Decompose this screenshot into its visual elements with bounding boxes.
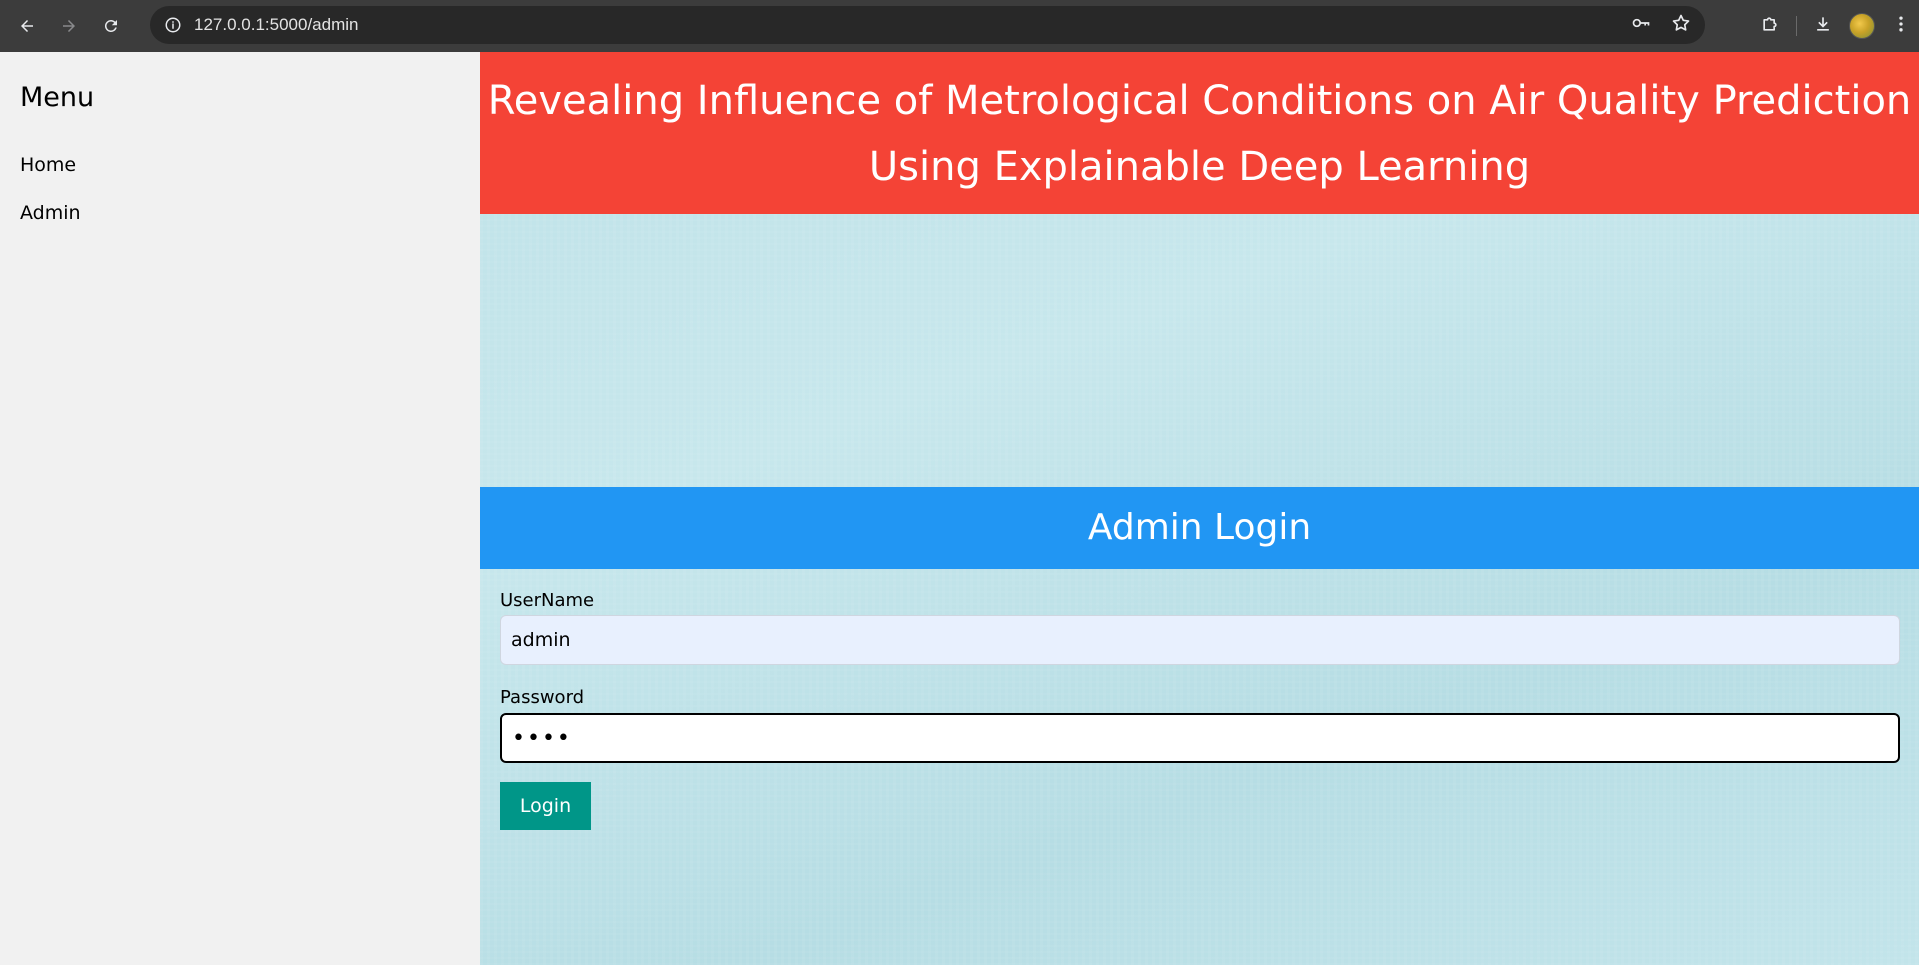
sidebar-item-home[interactable]: Home bbox=[20, 154, 76, 176]
back-button[interactable] bbox=[12, 11, 42, 41]
menu-title: Menu bbox=[20, 82, 95, 113]
toolbar-divider bbox=[1796, 16, 1797, 36]
arrow-left-icon bbox=[21, 20, 33, 32]
username-label: UserName bbox=[500, 590, 595, 611]
arrow-right-icon bbox=[63, 20, 75, 32]
sidebar: Menu Home Admin bbox=[0, 52, 480, 965]
download-icon bbox=[1817, 17, 1829, 31]
bookmark-button[interactable] bbox=[1671, 13, 1691, 37]
forward-button[interactable] bbox=[54, 11, 84, 41]
password-key-button[interactable] bbox=[1631, 13, 1651, 37]
star-icon bbox=[1672, 14, 1690, 31]
browser-toolbar: 127.0.0.1:5000/admin bbox=[0, 0, 1919, 52]
page-title-banner: Revealing Influence of Metrological Cond… bbox=[480, 52, 1919, 214]
reload-button[interactable] bbox=[96, 11, 126, 41]
browser-menu-button[interactable] bbox=[1891, 14, 1911, 38]
password-field[interactable] bbox=[500, 713, 1900, 763]
login-button[interactable]: Login bbox=[500, 782, 591, 830]
sidebar-item-admin[interactable]: Admin bbox=[20, 202, 81, 224]
key-icon bbox=[1632, 18, 1650, 28]
username-field[interactable] bbox=[500, 615, 1900, 665]
password-label: Password bbox=[500, 687, 585, 708]
page-viewport: Menu Home Admin Revealing Influence of M… bbox=[0, 52, 1919, 965]
puzzle-icon bbox=[1763, 17, 1777, 31]
downloads-button[interactable] bbox=[1813, 14, 1833, 38]
extensions-button[interactable] bbox=[1760, 14, 1780, 38]
kebab-icon bbox=[1899, 16, 1903, 32]
address-bar[interactable]: 127.0.0.1:5000/admin bbox=[150, 6, 1705, 44]
login-header: Admin Login bbox=[480, 487, 1919, 569]
info-icon bbox=[165, 17, 181, 33]
profile-avatar[interactable] bbox=[1849, 13, 1875, 39]
main-content: Revealing Influence of Metrological Cond… bbox=[480, 52, 1919, 965]
reload-icon bbox=[104, 19, 117, 32]
site-info-button[interactable] bbox=[162, 14, 184, 36]
url-text[interactable]: 127.0.0.1:5000/admin bbox=[194, 15, 358, 35]
